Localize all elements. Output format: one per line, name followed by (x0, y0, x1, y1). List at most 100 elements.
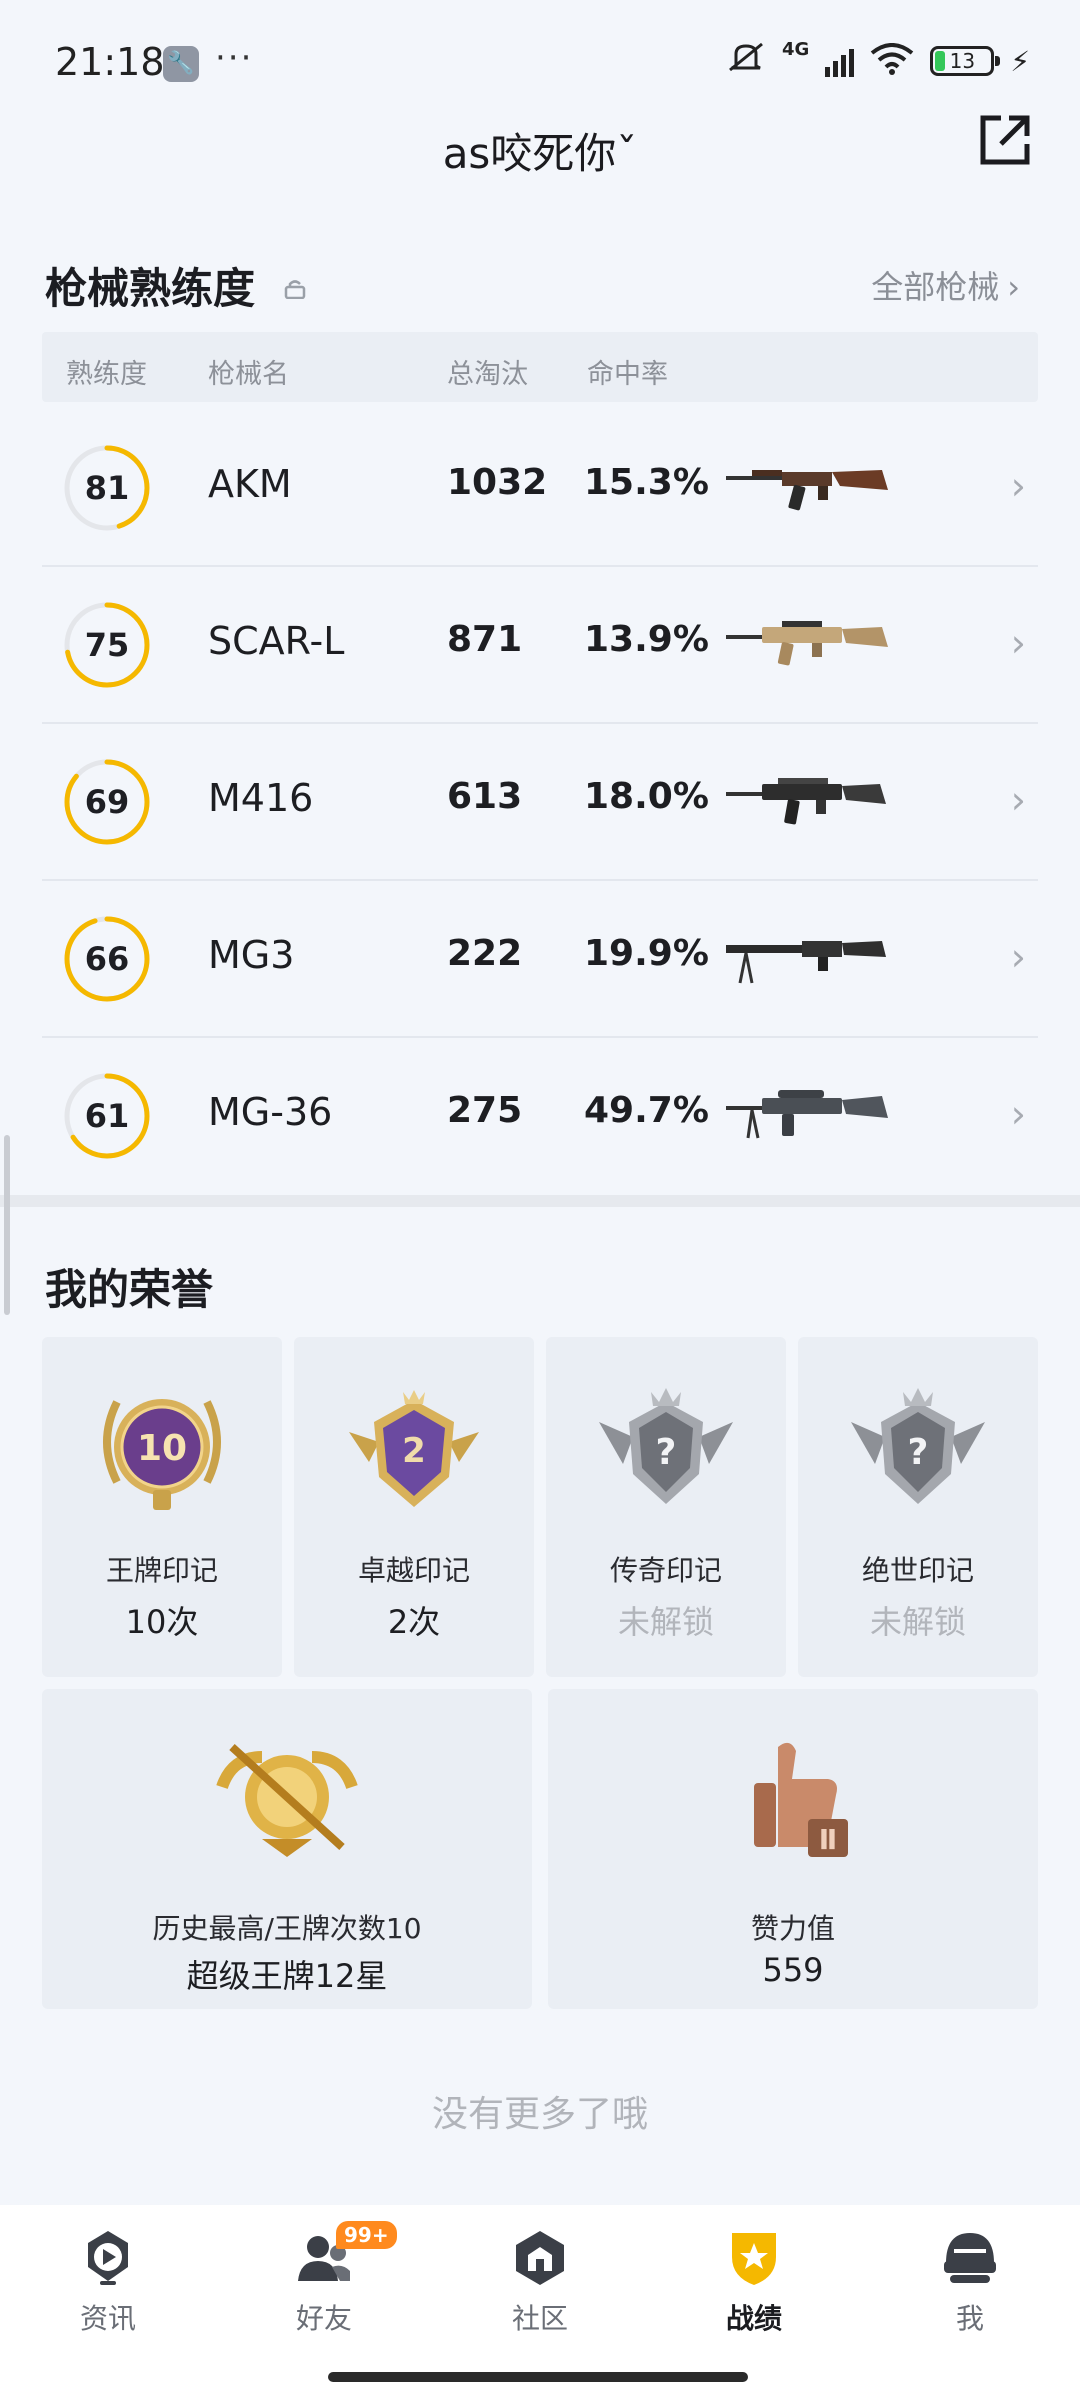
weapon-row-mg3[interactable]: 66 MG3 222 19.9% › (42, 881, 1038, 1038)
nav-label: 社区 (511, 2302, 568, 2335)
weapon-name: AKM (208, 462, 292, 506)
weapon-kills: 1032 (447, 462, 548, 503)
honor-card-likes[interactable]: Ⅱ 赞力值 559 (548, 1689, 1038, 2009)
section-divider (0, 1195, 1080, 1207)
honor-label: 传奇印记 (609, 1554, 722, 1587)
mg-36-machine-gun-image (726, 1090, 888, 1139)
honor-value: 未解锁 (617, 1603, 714, 1641)
page-title: as咬死你ˇ (442, 129, 638, 178)
legend-emblem-locked-icon: ? (599, 1388, 733, 1504)
weapon-hit-rate: 18.0% (584, 776, 709, 817)
nav-label: 我 (955, 2302, 984, 2335)
ace-emblem-icon: 10 (103, 1399, 221, 1510)
more-dots-icon: ··· (215, 38, 254, 78)
scrollbar[interactable] (4, 1135, 10, 1315)
chevron-right-icon: › (1010, 464, 1026, 508)
network-type: 4G (782, 38, 810, 60)
wrench-icon: 🔧 (163, 46, 199, 82)
thumbs-up-icon: Ⅱ (754, 1742, 848, 1857)
charging-icon: ⚡ (1010, 44, 1030, 78)
mastery-level: 81 (84, 469, 130, 507)
m416-rifle-image (726, 778, 886, 825)
honor-card-ace[interactable]: 10 王牌印记 10次 (42, 1337, 282, 1677)
honor-value: 2次 (387, 1603, 441, 1641)
svg-text:2: 2 (402, 1431, 426, 1471)
nav-item-community[interactable]: 社区 (480, 2227, 600, 2337)
svg-text:?: ? (908, 1432, 929, 1473)
honor-card-excellence[interactable]: 2 卓越印记 2次 (294, 1337, 534, 1677)
ace-rank-emblem-icon (216, 1744, 358, 1857)
community-icon (516, 2231, 564, 2285)
column-weapon-name: 枪械名 (208, 359, 289, 390)
nav-item-news[interactable]: 资讯 (48, 2227, 168, 2337)
page-header: as咬死你ˇ (0, 110, 1080, 210)
weapon-row-mg-36[interactable]: 61 MG-36 275 49.7% › (42, 1038, 1038, 1195)
honor-value: 559 (762, 1951, 824, 1989)
nav-item-friends[interactable]: 99+ 好友 (264, 2221, 397, 2337)
mute-vibrate-icon (726, 40, 766, 82)
mastery-level: 66 (84, 940, 130, 978)
all-weapons-link[interactable]: 全部枪械 › (871, 262, 1020, 308)
excellence-emblem-icon: 2 (349, 1390, 479, 1507)
share-icon[interactable] (975, 110, 1035, 170)
nav-item-profile[interactable]: 我 (910, 2227, 1030, 2337)
weapon-section-title: 枪械熟练度 (45, 255, 306, 316)
akm-rifle-image (726, 470, 888, 511)
honor-card-peerless[interactable]: ? 绝世印记 未解锁 (798, 1337, 1038, 1677)
nav-item-stats[interactable]: 战绩 (694, 2227, 814, 2337)
wifi-icon (870, 43, 914, 79)
weapon-section-label: 枪械熟练度 (45, 264, 256, 313)
weapon-name: MG-36 (208, 1090, 333, 1134)
battery-icon: 13 (930, 46, 1001, 76)
weapon-table-header: 熟练度 枪械名 总淘汰 命中率 (42, 332, 1038, 402)
weapon-name: SCAR-L (208, 619, 345, 663)
nav-label: 好友 (295, 2302, 352, 2335)
news-icon (88, 2231, 128, 2285)
mastery-level: 75 (84, 626, 130, 664)
svg-text:Ⅱ: Ⅱ (819, 1823, 837, 1856)
mastery-level: 69 (84, 783, 130, 821)
weapon-kills: 871 (447, 619, 523, 660)
nav-label: 资讯 (79, 2302, 136, 2335)
weapon-name: MG3 (208, 933, 295, 977)
status-time: 21:18 (55, 40, 165, 84)
chevron-right-icon: › (1007, 268, 1020, 306)
weapon-row-m416[interactable]: 69 M416 613 18.0% › (42, 724, 1038, 881)
bottom-nav: 资讯 99+ 好友 社区 战绩 我 (0, 2205, 1080, 2400)
lock-icon (284, 280, 305, 299)
signal-icon (825, 45, 855, 77)
honor-label: 绝世印记 (861, 1554, 974, 1587)
column-mastery: 熟练度 (66, 359, 147, 390)
weapon-kills: 613 (447, 776, 523, 817)
mg3-machine-gun-image (726, 941, 886, 984)
honor-card-history-best[interactable]: 历史最高/王牌次数10 超级王牌12星 (42, 1689, 532, 2009)
mastery-level: 61 (84, 1097, 130, 1135)
column-total-kills: 总淘汰 (447, 359, 528, 390)
peerless-emblem-locked-icon: ? (851, 1388, 985, 1504)
all-weapons-label: 全部枪械 (871, 268, 1000, 306)
home-indicator[interactable] (328, 2372, 748, 2382)
weapon-row-scar-l[interactable]: 75 SCAR-L 871 13.9% › (42, 567, 1038, 724)
stats-icon (732, 2233, 776, 2285)
end-of-list-text: 没有更多了哦 (431, 2094, 648, 2135)
notification-badge: 99+ (336, 2221, 397, 2249)
chevron-right-icon: › (1010, 935, 1026, 979)
honor-card-legend[interactable]: ? 传奇印记 未解锁 (546, 1337, 786, 1677)
profile-icon (944, 2233, 996, 2283)
column-hit-rate: 命中率 (587, 359, 668, 390)
weapon-hit-rate: 19.9% (584, 933, 709, 974)
weapon-hit-rate: 13.9% (584, 619, 709, 660)
honor-label: 王牌印记 (105, 1554, 218, 1587)
weapon-hit-rate: 49.7% (584, 1090, 709, 1131)
honor-value: 超级王牌12星 (186, 1957, 388, 1995)
weapon-kills: 222 (447, 933, 523, 974)
svg-text:?: ? (656, 1432, 677, 1473)
honor-value: 未解锁 (869, 1603, 966, 1641)
status-bar: 21:18 🔧 ··· 4G 13 ⚡ (0, 0, 1080, 120)
weapon-row-akm[interactable]: 81 AKM 1032 15.3% › (42, 410, 1038, 567)
scar-l-rifle-image (726, 621, 888, 666)
svg-text:10: 10 (137, 1428, 187, 1469)
honor-label: 赞力值 (750, 1912, 835, 1945)
weapon-hit-rate: 15.3% (584, 462, 709, 503)
honor-label: 卓越印记 (357, 1554, 470, 1587)
